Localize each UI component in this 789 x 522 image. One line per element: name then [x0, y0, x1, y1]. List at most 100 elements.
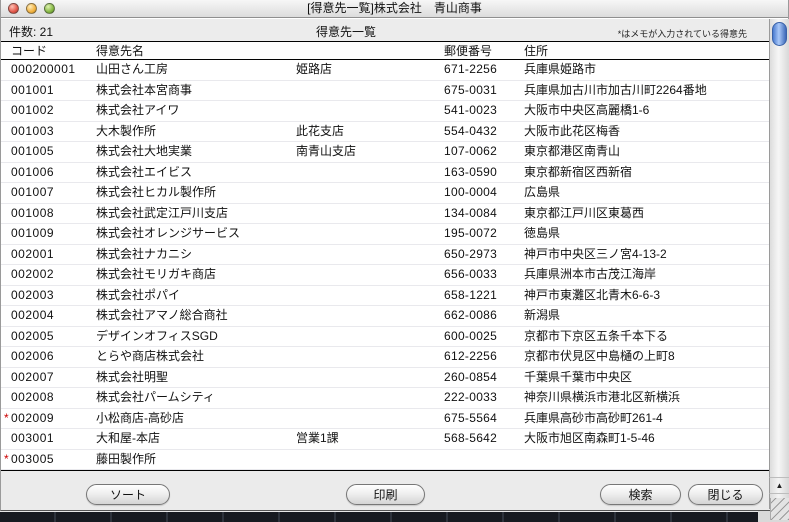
column-header-postal: 郵便番号 [444, 43, 492, 59]
postal-code: 612-2256 [444, 347, 497, 367]
customer-code: 002003 [11, 286, 54, 306]
window-title: [得意先一覧]株式会社 青山商事 [1, 0, 788, 17]
customer-code: 003001 [11, 429, 54, 449]
customer-row[interactable]: 002007 株式会社明聖 260-0854 千葉県千葉市中央区 [1, 368, 769, 389]
customer-address: 大阪市此花区梅香 [524, 122, 620, 142]
close-window-icon[interactable] [8, 3, 19, 14]
resize-grip-icon[interactable] [770, 498, 789, 520]
zoom-window-icon[interactable] [44, 3, 55, 14]
customer-name: 大和屋-本店 [96, 429, 160, 449]
customer-name: 大木製作所 [96, 122, 156, 142]
postal-code: 671-2256 [444, 60, 497, 80]
postal-code: 650-2973 [444, 245, 497, 265]
customer-row[interactable]: 000200001 山田さん工房 姫路店 671-2256 兵庫県姫路市 [1, 60, 769, 81]
customer-row[interactable]: 001008 株式会社武定江戸川支店 134-0084 東京都江戸川区東葛西 [1, 204, 769, 225]
customer-code: 001007 [11, 183, 54, 203]
customer-row[interactable]: 002001 株式会社ナカニシ 650-2973 神戸市中央区三ノ宮4-13-2 [1, 245, 769, 266]
customer-table-body: 000200001 山田さん工房 姫路店 671-2256 兵庫県姫路市 001… [1, 60, 769, 470]
customer-address: 広島県 [524, 183, 560, 203]
scrollbar-thumb[interactable] [772, 22, 787, 46]
postal-code: 568-5642 [444, 429, 497, 449]
customer-row[interactable]: 003001 大和屋-本店 営業1課 568-5642 大阪市旭区南森町1-5-… [1, 429, 769, 450]
customer-row[interactable]: 001002 株式会社アイワ 541-0023 大阪市中央区高麗橋1-6 [1, 101, 769, 122]
customer-code: 001001 [11, 81, 54, 101]
postal-code: 134-0084 [444, 204, 497, 224]
customer-row[interactable]: * 002009 小松商店-高砂店 675-5564 兵庫県高砂市高砂町261-… [1, 409, 769, 430]
customer-code: 001008 [11, 204, 54, 224]
minimize-window-icon[interactable] [26, 3, 37, 14]
postal-code: 656-0033 [444, 265, 497, 285]
customer-row[interactable]: 002006 とらや商店株式会社 612-2256 京都市伏見区中島樋の上町8 [1, 347, 769, 368]
postal-code: 541-0023 [444, 101, 497, 121]
customer-row[interactable]: 002002 株式会社モリガキ商店 656-0033 兵庫県洲本市古茂江海岸 [1, 265, 769, 286]
customer-code: 001005 [11, 142, 54, 162]
postal-code: 675-0031 [444, 81, 497, 101]
print-button[interactable]: 印刷 [346, 484, 425, 505]
postal-code: 222-0033 [444, 388, 497, 408]
customer-name: 株式会社武定江戸川支店 [96, 204, 228, 224]
customer-row[interactable]: 002003 株式会社ポパイ 658-1221 神戸市東灘区北青木6-6-3 [1, 286, 769, 307]
customer-name: 株式会社モリガキ商店 [96, 265, 216, 285]
customer-row[interactable]: 002008 株式会社パームシティ 222-0033 神奈川県横浜市港北区新横浜 [1, 388, 769, 409]
customer-code: 001002 [11, 101, 54, 121]
customer-name: とらや商店株式会社 [96, 347, 204, 367]
customer-row[interactable]: 001005 株式会社大地実業 南青山支店 107-0062 東京都港区南青山 [1, 142, 769, 163]
customer-code: 002007 [11, 368, 54, 388]
list-header-bar: 件数: 21 得意先一覧 *はメモが入力されている得意先 [1, 19, 769, 41]
search-button[interactable]: 検索 [600, 484, 681, 505]
postal-code: 260-0854 [444, 368, 497, 388]
customer-row[interactable]: 001007 株式会社ヒカル製作所 100-0004 広島県 [1, 183, 769, 204]
customer-name: 株式会社オレンジサービス [96, 224, 240, 244]
record-count: 件数: 21 [9, 23, 53, 40]
customer-row[interactable]: 002004 株式会社アマノ総合商社 662-0086 新潟県 [1, 306, 769, 327]
button-bar: ソート 印刷 検索 閉じる [1, 470, 788, 510]
customer-address: 東京都江戸川区東葛西 [524, 204, 644, 224]
customer-address: 徳島県 [524, 224, 560, 244]
customer-code: 002001 [11, 245, 54, 265]
customer-name: 山田さん工房 [96, 60, 168, 80]
close-button[interactable]: 閉じる [688, 484, 763, 505]
customer-list-window: [得意先一覧]株式会社 青山商事 件数: 21 得意先一覧 *はメモが入力されて… [0, 0, 789, 511]
customer-address: 東京都港区南青山 [524, 142, 620, 162]
customer-branch: 南青山支店 [296, 142, 356, 162]
customer-code: 003005 [11, 450, 54, 470]
customer-code: 001003 [11, 122, 54, 142]
customer-address: 京都市下京区五条千本下る [524, 327, 668, 347]
customer-address: 大阪市中央区高麗橋1-6 [524, 101, 649, 121]
customer-name: デザインオフィスSGD [96, 327, 218, 347]
memo-asterisk: * [4, 450, 9, 470]
customer-address: 神戸市東灘区北青木6-6-3 [524, 286, 660, 306]
scroll-up-icon[interactable]: ▲ [769, 477, 789, 493]
customer-branch: 姫路店 [296, 60, 332, 80]
customer-address: 京都市伏見区中島樋の上町8 [524, 347, 675, 367]
customer-row[interactable]: 001009 株式会社オレンジサービス 195-0072 徳島県 [1, 224, 769, 245]
postal-code: 107-0062 [444, 142, 497, 162]
customer-code: 002008 [11, 388, 54, 408]
screen: [得意先一覧]株式会社 青山商事 件数: 21 得意先一覧 *はメモが入力されて… [0, 0, 789, 522]
postal-code: 554-0432 [444, 122, 497, 142]
customer-name: 株式会社アマノ総合商社 [96, 306, 228, 326]
customer-name: 株式会社パームシティ [96, 388, 215, 408]
window-controls [8, 3, 55, 14]
customer-name: 藤田製作所 [96, 450, 156, 470]
customer-row[interactable]: * 003005 藤田製作所 [1, 450, 769, 471]
titlebar[interactable]: [得意先一覧]株式会社 青山商事 [1, 0, 788, 18]
customer-branch: 此花支店 [296, 122, 344, 142]
postal-code: 662-0086 [444, 306, 497, 326]
customer-code: 000200001 [11, 60, 76, 80]
vertical-scrollbar[interactable] [769, 19, 789, 477]
customer-row[interactable]: 001003 大木製作所 此花支店 554-0432 大阪市此花区梅香 [1, 122, 769, 143]
customer-code: 001009 [11, 224, 54, 244]
customer-row[interactable]: 001001 株式会社本宮商事 675-0031 兵庫県加古川市加古川町2264… [1, 81, 769, 102]
customer-row[interactable]: 001006 株式会社エイビス 163-0590 東京都新宿区西新宿 [1, 163, 769, 184]
postal-code: 100-0004 [444, 183, 497, 203]
customer-row[interactable]: 002005 デザインオフィスSGD 600-0025 京都市下京区五条千本下る [1, 327, 769, 348]
customer-address: 神戸市中央区三ノ宮4-13-2 [524, 245, 667, 265]
customer-address: 千葉県千葉市中央区 [524, 368, 632, 388]
customer-name: 株式会社エイビス [96, 163, 192, 183]
customer-address: 兵庫県姫路市 [524, 60, 596, 80]
customer-address: 兵庫県洲本市古茂江海岸 [524, 265, 656, 285]
customer-code: 002009 [11, 409, 54, 429]
customer-name: 株式会社大地実業 [96, 142, 192, 162]
sort-button[interactable]: ソート [86, 484, 170, 505]
